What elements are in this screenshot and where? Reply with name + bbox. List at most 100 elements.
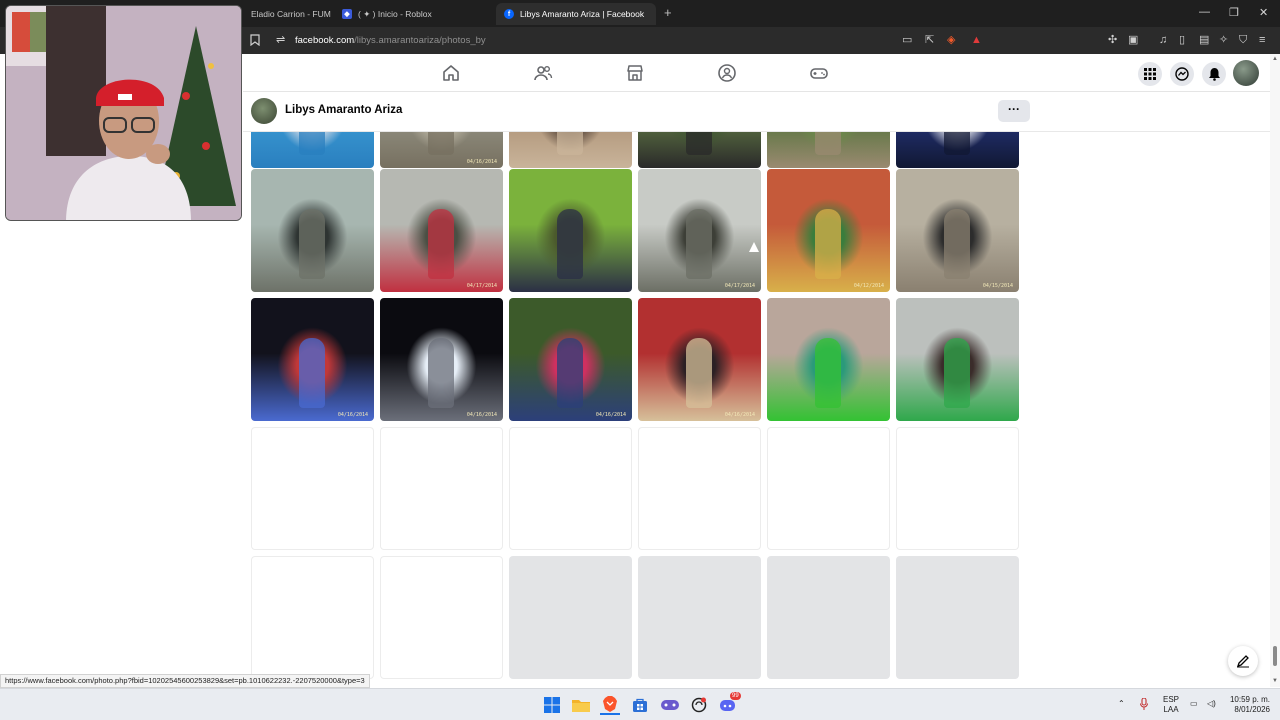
url-field[interactable]: facebook.com/libys.amarantoariza/photos_…: [295, 35, 486, 46]
hover-link-status: https://www.facebook.com/photo.php?fbid=…: [0, 674, 370, 688]
photo-subject: [299, 209, 325, 279]
photo-thumbnail[interactable]: 04/17/2014: [638, 169, 761, 292]
more-options-button[interactable]: ···: [998, 100, 1030, 122]
display-icon[interactable]: ▭: [1190, 699, 1198, 709]
extensions-icon[interactable]: ✣: [1108, 34, 1117, 46]
microphone-icon[interactable]: [1140, 697, 1148, 713]
tab-roblox[interactable]: ◆ ( ✦ ) Inicio - Roblox: [334, 3, 494, 25]
photo-thumbnail[interactable]: [251, 169, 374, 292]
tab-facebook-active[interactable]: f Libys Amaranto Ariza | Facebook ✕: [496, 3, 656, 25]
streamer-webcam-image: [6, 6, 241, 220]
photo-subject: [815, 132, 841, 155]
notifications-icon[interactable]: [1202, 62, 1226, 86]
photo-thumbnail[interactable]: 04/16/2014: [509, 298, 632, 421]
facebook-favicon-icon: f: [504, 9, 514, 19]
home-icon[interactable]: [441, 63, 461, 83]
photo-subject: [815, 209, 841, 279]
screenshot-icon[interactable]: ▣: [1128, 34, 1138, 46]
page-scrollbar[interactable]: ▲ ▼: [1270, 54, 1280, 687]
photo-subject: [428, 338, 454, 408]
menu-grid-icon[interactable]: [1138, 62, 1162, 86]
groups-icon[interactable]: [717, 63, 737, 83]
volume-icon[interactable]: ◁): [1207, 699, 1216, 709]
file-explorer-icon[interactable]: [571, 695, 591, 715]
facebook-top-nav: [243, 54, 1270, 92]
photo-thumbnail[interactable]: 04/16/2014: [380, 132, 503, 168]
scroll-down-icon[interactable]: ▼: [1272, 678, 1278, 684]
profile-name[interactable]: Libys Amaranto Ariza: [285, 104, 402, 116]
photo-subject: [299, 338, 325, 408]
photo-thumbnail[interactable]: 04/15/2014: [896, 169, 1019, 292]
photo-placeholder: [509, 427, 632, 550]
photo-date-stamp: 04/16/2014: [466, 412, 497, 418]
photo-subject: [944, 132, 970, 155]
mouse-cursor-icon: [749, 242, 759, 252]
chatgpt-icon[interactable]: [689, 695, 709, 715]
photo-thumbnail[interactable]: [509, 169, 632, 292]
account-avatar[interactable]: [1233, 60, 1259, 86]
minimize-icon[interactable]: —: [1199, 6, 1210, 18]
friends-icon[interactable]: [533, 63, 553, 83]
menu-icon[interactable]: ≡: [1259, 34, 1265, 46]
photo-loading-skeleton: [896, 556, 1019, 679]
photo-loading-skeleton: [638, 556, 761, 679]
compose-icon: [1236, 655, 1249, 668]
restore-icon[interactable]: ❐: [1229, 6, 1239, 19]
vpn-icon[interactable]: ⛉: [1239, 34, 1247, 46]
photo-thumbnail[interactable]: [251, 132, 374, 168]
leo-ai-icon[interactable]: ✧: [1219, 34, 1228, 46]
brave-shields-icon[interactable]: ◈: [947, 34, 955, 46]
discord-icon[interactable]: 99: [718, 692, 741, 715]
tab-eladio[interactable]: Eladio Carrion - FUM: [243, 3, 331, 25]
language-indicator[interactable]: ESP LAA: [1160, 695, 1182, 715]
photo-thumbnail[interactable]: [767, 132, 890, 168]
marketplace-icon[interactable]: [625, 63, 645, 83]
photo-thumbnail[interactable]: 04/12/2014: [767, 169, 890, 292]
photo-loading-skeleton: [767, 556, 890, 679]
photo-thumbnail[interactable]: [638, 132, 761, 168]
photo-thumbnail[interactable]: [767, 298, 890, 421]
photo-loading-skeleton: [509, 556, 632, 679]
clock-time: 10:59 p. m.: [1229, 695, 1270, 704]
photo-subject: [557, 209, 583, 279]
photo-placeholder: [767, 427, 890, 550]
messenger-icon[interactable]: [1170, 62, 1194, 86]
profile-avatar[interactable]: [251, 98, 277, 124]
scroll-up-icon[interactable]: ▲: [1272, 56, 1278, 62]
new-tab-button[interactable]: +: [664, 5, 672, 20]
media-icon[interactable]: ♫: [1159, 34, 1167, 46]
photo-subject: [686, 338, 712, 408]
sidebar-icon[interactable]: ▯: [1179, 34, 1185, 46]
tray-overflow-icon[interactable]: ⌃: [1118, 699, 1125, 709]
photo-date-stamp: 04/16/2014: [337, 412, 368, 418]
profile-sticky-header: Libys Amaranto Ariza ···: [243, 92, 1270, 132]
brave-browser-icon[interactable]: [600, 695, 620, 715]
url-domain: facebook.com: [295, 35, 355, 46]
cast-icon[interactable]: ▭: [902, 34, 912, 46]
windows-start-icon[interactable]: [542, 695, 562, 715]
game-controller-icon[interactable]: [660, 695, 680, 715]
photo-placeholder: [896, 427, 1019, 550]
photo-thumbnail[interactable]: [896, 132, 1019, 168]
photo-placeholder: [251, 556, 374, 679]
share-icon[interactable]: ⇱: [925, 34, 934, 46]
photo-thumbnail[interactable]: 04/16/2014: [638, 298, 761, 421]
microsoft-store-icon[interactable]: [630, 695, 650, 715]
brave-rewards-icon[interactable]: ▲: [971, 34, 982, 46]
bookmark-icon[interactable]: [250, 34, 260, 49]
photo-thumbnail[interactable]: 04/16/2014: [251, 298, 374, 421]
photo-date-stamp: 04/17/2014: [466, 283, 497, 289]
photo-thumbnail[interactable]: 04/17/2014: [380, 169, 503, 292]
photo-thumbnail[interactable]: [509, 132, 632, 168]
photo-thumbnail[interactable]: 04/16/2014: [380, 298, 503, 421]
photo-date-stamp: 04/17/2014: [724, 283, 755, 289]
wallet-icon[interactable]: ▤: [1199, 34, 1209, 46]
new-message-button[interactable]: [1228, 646, 1258, 676]
site-settings-icon[interactable]: ⇌: [276, 34, 285, 46]
gaming-icon[interactable]: [809, 63, 829, 83]
scroll-thumb[interactable]: [1273, 646, 1277, 666]
photo-thumbnail[interactable]: [896, 298, 1019, 421]
close-window-icon[interactable]: ✕: [1259, 6, 1268, 19]
clock[interactable]: 10:59 p. m. 8/01/2026: [1226, 695, 1270, 715]
photo-date-stamp: 04/16/2014: [724, 412, 755, 418]
